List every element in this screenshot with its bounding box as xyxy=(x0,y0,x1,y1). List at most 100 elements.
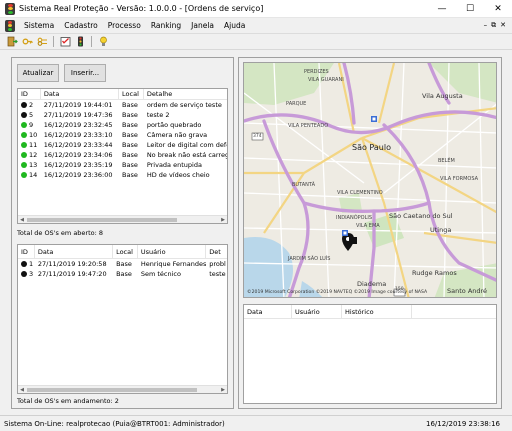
cell-id: 10 xyxy=(18,130,41,140)
status-green-icon xyxy=(21,122,27,128)
table-row[interactable]: 10 16/12/2019 23:33:10 Base Câmera não grav… xyxy=(18,130,227,140)
status-green-icon xyxy=(21,132,27,138)
cell-local: Base xyxy=(122,111,138,119)
table-row[interactable]: 9 16/12/2019 23:32:45 Base portão quebrado xyxy=(18,120,227,130)
cell-data: 16/12/2019 23:32:45 xyxy=(43,121,113,129)
column-header-local[interactable]: Local xyxy=(113,245,138,259)
open-os-grid-header: ID Data Local Detalhe xyxy=(18,89,227,100)
open-os-total: Total de OS's em aberto: 8 xyxy=(17,229,104,237)
scroll-left-arrow-icon[interactable]: ◀ xyxy=(18,216,26,223)
lightbulb-icon[interactable] xyxy=(97,36,109,48)
cell-id: 9 xyxy=(18,120,41,130)
map-label-sao-paulo: São Paulo xyxy=(352,143,391,152)
key-icon[interactable] xyxy=(21,36,33,48)
map-history-pane: PERDIZES VILA GUARANI Vila Augusta PARQU… xyxy=(238,57,502,409)
menu-ranking[interactable]: Ranking xyxy=(146,21,186,30)
status-green-icon xyxy=(21,152,27,158)
table-row[interactable]: 1 27/11/2019 19:20:58 Base Henrique Fernand… xyxy=(18,259,227,269)
map-label-parque: PARQUE xyxy=(286,101,307,107)
cell-detalhe: probl xyxy=(209,260,226,268)
cell-detalhe: Privada entupida xyxy=(146,161,202,169)
cell-detalhe: teste 2 xyxy=(146,111,170,119)
minimize-button[interactable]: — xyxy=(428,0,456,18)
insert-button[interactable]: Inserir... xyxy=(64,64,106,82)
mdi-controls: – ⧉ ✕ xyxy=(484,21,512,30)
status-black-icon xyxy=(21,112,27,118)
cell-id-text: 14 xyxy=(29,171,38,179)
cell-local: Base xyxy=(122,161,138,169)
toolbar xyxy=(0,34,512,50)
column-header-id[interactable]: ID xyxy=(18,245,35,259)
refresh-button[interactable]: Atualizar xyxy=(17,64,59,82)
cell-local: Base xyxy=(122,101,138,109)
menu-bar: Sistema Cadastro Processo Ranking Janela… xyxy=(0,18,512,34)
cell-local: Base xyxy=(122,171,138,179)
table-row[interactable]: 13 16/12/2019 23:35:19 Base Privada entupid… xyxy=(18,160,227,170)
scroll-right-arrow-icon[interactable]: ▶ xyxy=(219,386,227,393)
table-row[interactable]: 14 16/12/2019 23:36:00 Base HD de vídeos ch… xyxy=(18,170,227,180)
map-label-vila-augusta: Vila Augusta xyxy=(422,92,463,100)
open-os-horizontal-scrollbar[interactable]: ◀ ▶ xyxy=(18,215,227,223)
checklist-icon[interactable] xyxy=(59,36,71,48)
keys-icon[interactable] xyxy=(36,36,48,48)
column-header-data[interactable]: Data xyxy=(35,245,114,259)
cell-detalhe: ordem de serviço teste xyxy=(146,101,222,109)
menu-cadastro[interactable]: Cadastro xyxy=(59,21,103,30)
progress-os-horizontal-scrollbar[interactable]: ◀ ▶ xyxy=(18,385,227,393)
column-header-usuario[interactable]: Usuário xyxy=(138,245,207,259)
map-view[interactable]: PERDIZES VILA GUARANI Vila Augusta PARQU… xyxy=(243,62,497,298)
table-row[interactable]: 12 16/12/2019 23:34:06 Base No break não es… xyxy=(18,150,227,160)
progress-os-grid-header: ID Data Local Usuário Det xyxy=(18,245,227,259)
map-label-santo-andre: Santo André xyxy=(447,287,488,295)
traffic-light-icon[interactable] xyxy=(74,36,86,48)
open-os-rows: 2 27/11/2019 19:44:01 Base ordem de serviço… xyxy=(18,100,227,180)
maximize-button[interactable]: ☐ xyxy=(456,0,484,18)
column-header-detalhe[interactable]: Det xyxy=(206,245,227,259)
cell-data: 16/12/2019 23:36:00 xyxy=(43,171,113,179)
title-bar: Sistema Real Proteção - Versão: 1.0.0.0 … xyxy=(0,0,512,18)
exit-icon[interactable] xyxy=(6,36,18,48)
menu-ajuda[interactable]: Ajuda xyxy=(219,21,250,30)
scroll-left-arrow-icon[interactable]: ◀ xyxy=(18,386,26,393)
column-header-historico[interactable]: Histórico xyxy=(342,304,412,319)
cell-data: 27/11/2019 19:44:01 xyxy=(43,101,113,109)
menu-processo[interactable]: Processo xyxy=(103,21,146,30)
transit-station-icon xyxy=(342,230,348,236)
status-connection: Sistema On-Line: realprotecao (Puia@BTRT… xyxy=(4,419,225,428)
menu-sistema[interactable]: Sistema xyxy=(19,21,59,30)
window-title: Sistema Real Proteção - Versão: 1.0.0.0 … xyxy=(19,4,264,13)
column-header-id[interactable]: ID xyxy=(18,89,41,100)
table-row[interactable]: 5 27/11/2019 19:47:36 Base teste 2 xyxy=(18,110,227,120)
progress-os-rows: 1 27/11/2019 19:20:58 Base Henrique Fernand… xyxy=(18,259,227,279)
cell-id: 12 xyxy=(18,150,41,160)
table-row[interactable]: 11 16/12/2019 23:33:44 Base Leitor de digit… xyxy=(18,140,227,150)
mdi-restore-button[interactable]: ⧉ xyxy=(491,21,496,30)
cell-local: Base xyxy=(122,151,138,159)
table-row[interactable]: 2 27/11/2019 19:44:01 Base ordem de serviço… xyxy=(18,100,227,110)
cell-local: Base xyxy=(122,121,138,129)
mdi-minimize-button[interactable]: – xyxy=(484,21,488,30)
column-header-detalhe[interactable]: Detalhe xyxy=(144,89,227,100)
cell-detalhe: Leitor de digital com defe xyxy=(146,141,227,149)
column-header-data[interactable]: Data xyxy=(41,89,120,100)
column-header-local[interactable]: Local xyxy=(119,89,144,100)
scroll-right-arrow-icon[interactable]: ▶ xyxy=(219,216,227,223)
close-button[interactable]: ✕ xyxy=(484,0,512,18)
cell-id-text: 9 xyxy=(29,121,34,129)
mdi-close-button[interactable]: ✕ xyxy=(500,21,506,30)
column-header-data[interactable]: Data xyxy=(244,304,292,319)
map-label-belem: BELÉM xyxy=(438,158,455,164)
status-green-icon xyxy=(21,142,27,148)
os-lists-pane: Atualizar Inserir... ID Data Local Detal… xyxy=(11,57,234,409)
table-row[interactable]: 3 27/11/2019 19:47:20 Base Sem técnico teste xyxy=(18,269,227,279)
cell-local: Base xyxy=(122,141,138,149)
column-header-usuario[interactable]: Usuário xyxy=(292,304,342,319)
map-label-butanta: BUTANTÃ xyxy=(292,182,316,188)
scrollbar-thumb[interactable] xyxy=(27,218,177,222)
cell-usuario: Henrique Fernandes xyxy=(140,260,207,268)
toolbar-separator xyxy=(91,36,92,47)
scrollbar-thumb[interactable] xyxy=(27,388,197,392)
cell-detalhe: No break não está carreg xyxy=(146,151,227,159)
mdi-child-traffic-light-icon[interactable] xyxy=(5,19,15,32)
menu-janela[interactable]: Janela xyxy=(186,21,219,30)
